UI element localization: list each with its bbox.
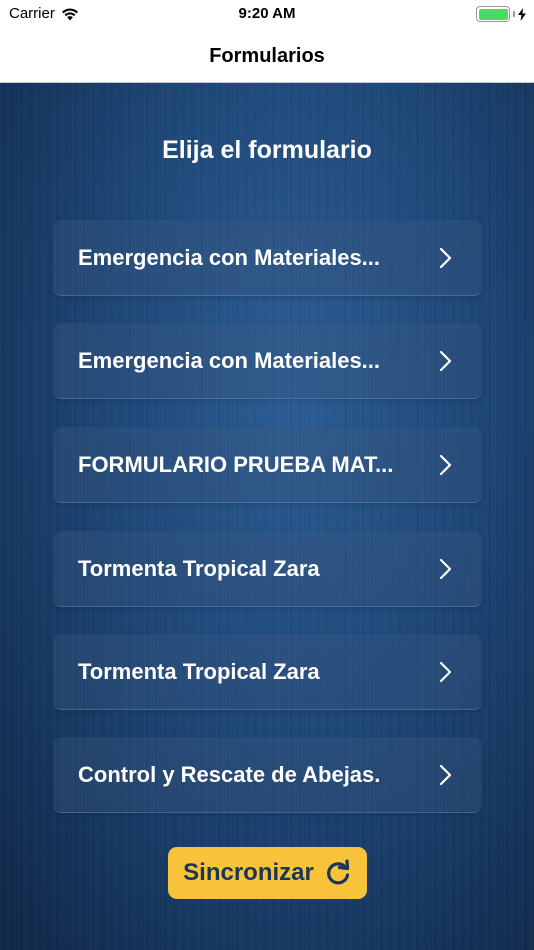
form-item-label: Emergencia con Materiales... — [78, 245, 381, 270]
chevron-right-icon — [439, 764, 452, 786]
form-list-item[interactable]: Emergencia con Materiales... — [53, 323, 482, 399]
charging-bolt-icon — [518, 7, 526, 21]
chevron-right-icon — [439, 247, 452, 269]
form-list-item[interactable]: Emergencia con Materiales... — [53, 220, 482, 296]
chevron-right-icon — [439, 350, 452, 372]
form-list-screen: Elija el formulario Emergencia con Mater… — [0, 83, 534, 950]
chevron-right-icon — [439, 661, 452, 683]
form-list-item[interactable]: Control y Rescate de Abejas. — [53, 737, 482, 813]
page-title: Formularios — [209, 44, 325, 67]
form-item-label: Tormenta Tropical Zara — [78, 556, 320, 581]
status-time: 9:20 AM — [238, 5, 296, 22]
navigation-bar: Formularios — [0, 30, 534, 83]
form-item-label: Control y Rescate de Abejas. — [78, 762, 381, 787]
form-item-label: FORMULARIO PRUEBA MAT... — [78, 452, 394, 477]
chevron-right-icon — [439, 558, 452, 580]
form-item-label: Tormenta Tropical Zara — [78, 659, 320, 684]
refresh-icon — [326, 859, 349, 885]
sync-button-label: Sincronizar — [183, 859, 314, 886]
section-heading: Elija el formulario — [162, 136, 372, 164]
status-bar: Carrier 9:20 AM — [0, 0, 534, 30]
form-list-item[interactable]: Tormenta Tropical Zara — [53, 531, 482, 607]
form-list-item[interactable]: FORMULARIO PRUEBA MAT... — [53, 427, 482, 503]
battery-icon — [476, 6, 510, 22]
form-list-item[interactable]: Tormenta Tropical Zara — [53, 634, 482, 710]
battery-indicator — [476, 6, 526, 22]
form-item-label: Emergencia con Materiales... — [78, 348, 381, 373]
sync-button[interactable]: Sincronizar — [168, 847, 367, 899]
chevron-right-icon — [439, 454, 452, 476]
